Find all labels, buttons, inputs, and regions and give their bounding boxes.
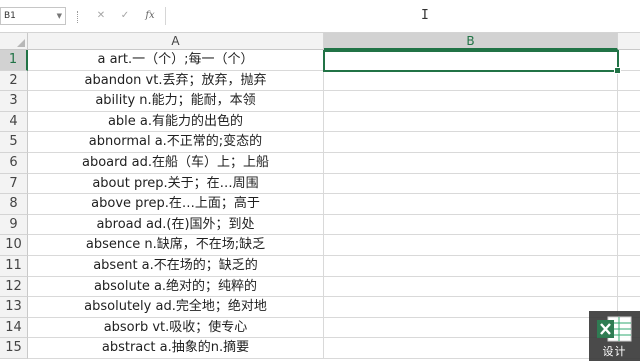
cell-a[interactable]: about prep.关于；在…周围 [28, 173, 324, 195]
cell-b[interactable] [324, 317, 618, 339]
formula-bar: B1 ▼ ✕ ✓ fx I [0, 0, 640, 33]
cell-a[interactable]: abroad ad.(在)国外；到处 [28, 214, 324, 236]
row-header[interactable]: 8 [0, 194, 28, 215]
row-header[interactable]: 13 [0, 297, 28, 318]
cell-a[interactable]: absolutely ad.完全地；绝对地 [28, 297, 324, 318]
excel-logo: 设计 [589, 311, 640, 361]
cell-a[interactable]: a art.一（个）;每一（个） [28, 50, 324, 71]
formula-bar-grip[interactable] [77, 11, 80, 23]
cell-c[interactable] [618, 112, 640, 133]
cell-b[interactable] [324, 173, 618, 195]
cell-c[interactable] [618, 215, 640, 236]
row-header[interactable]: 10 [0, 235, 28, 256]
name-box-value: B1 [4, 11, 16, 21]
cell-a[interactable]: absolute a.绝对的；纯粹的 [28, 276, 324, 298]
row-header[interactable]: 4 [0, 111, 28, 133]
row-header[interactable]: 9 [0, 214, 28, 236]
cell-a[interactable]: abstract a.抽象的n.摘要 [28, 338, 324, 359]
cell-b[interactable] [324, 194, 618, 215]
insert-function-icon[interactable]: fx [141, 8, 159, 24]
cell-c[interactable] [618, 277, 640, 298]
row-header[interactable]: 14 [0, 317, 28, 339]
row-header[interactable]: 2 [0, 70, 28, 92]
cell-a[interactable]: ability n.能力；能耐，本领 [28, 91, 324, 112]
row-header[interactable]: 7 [0, 173, 28, 195]
cell-a[interactable]: aboard ad.在船（车）上；上船 [28, 152, 324, 174]
cell-a[interactable]: above prep.在…上面；高于 [28, 194, 324, 215]
cell-c[interactable] [618, 153, 640, 174]
logo-text: 设计 [602, 345, 627, 358]
excel-icon [597, 316, 632, 342]
cell-b[interactable] [324, 91, 618, 112]
cell-b[interactable] [324, 70, 618, 92]
cell-b[interactable] [324, 255, 618, 277]
cell-c[interactable] [618, 174, 640, 195]
row-header[interactable]: 5 [0, 132, 28, 153]
cancel-icon[interactable]: ✕ [92, 8, 110, 24]
cell-a[interactable]: abandon vt.丢弃；放弃，抛弃 [28, 70, 324, 92]
cell-c[interactable] [618, 132, 640, 153]
formula-input[interactable] [165, 7, 640, 25]
row-header[interactable]: 1 [0, 50, 28, 71]
cell-c[interactable] [618, 256, 640, 277]
cell-a[interactable]: able a.有能力的出色的 [28, 111, 324, 133]
check-icon[interactable]: ✓ [116, 8, 134, 24]
cell-c[interactable] [618, 91, 640, 112]
cell-c[interactable] [618, 71, 640, 92]
cell-b[interactable] [324, 132, 618, 153]
name-box[interactable]: B1 ▼ [0, 7, 66, 25]
cell-b[interactable] [324, 235, 618, 256]
cell-b[interactable] [324, 152, 618, 174]
cell-c[interactable] [618, 235, 640, 256]
cell-a[interactable]: absorb vt.吸收；使专心 [28, 317, 324, 339]
column-header-c[interactable] [618, 33, 640, 50]
cell-c[interactable] [618, 50, 640, 71]
row-header[interactable]: 6 [0, 152, 28, 174]
cell-b[interactable] [324, 214, 618, 236]
row-header[interactable]: 3 [0, 91, 28, 112]
cell-a[interactable]: absent a.不在场的；缺乏的 [28, 255, 324, 277]
column-header-b[interactable]: B [324, 33, 618, 50]
text-cursor-icon: I [421, 8, 429, 23]
cell-a[interactable]: absence n.缺席，不在场;缺乏 [28, 235, 324, 256]
active-cell-outline[interactable] [323, 50, 621, 74]
select-all-button[interactable] [0, 33, 28, 50]
row-header[interactable]: 12 [0, 276, 28, 298]
cell-b[interactable] [324, 297, 618, 318]
cell-b[interactable] [324, 111, 618, 133]
column-header-a[interactable]: A [28, 33, 324, 50]
cell-c[interactable] [618, 194, 640, 215]
cell-b[interactable] [324, 338, 618, 359]
row-header[interactable]: 11 [0, 255, 28, 277]
chevron-down-icon[interactable]: ▼ [57, 8, 62, 24]
row-header[interactable]: 15 [0, 338, 28, 359]
cell-b[interactable] [324, 276, 618, 298]
cell-a[interactable]: abnormal a.不正常的;变态的 [28, 132, 324, 153]
